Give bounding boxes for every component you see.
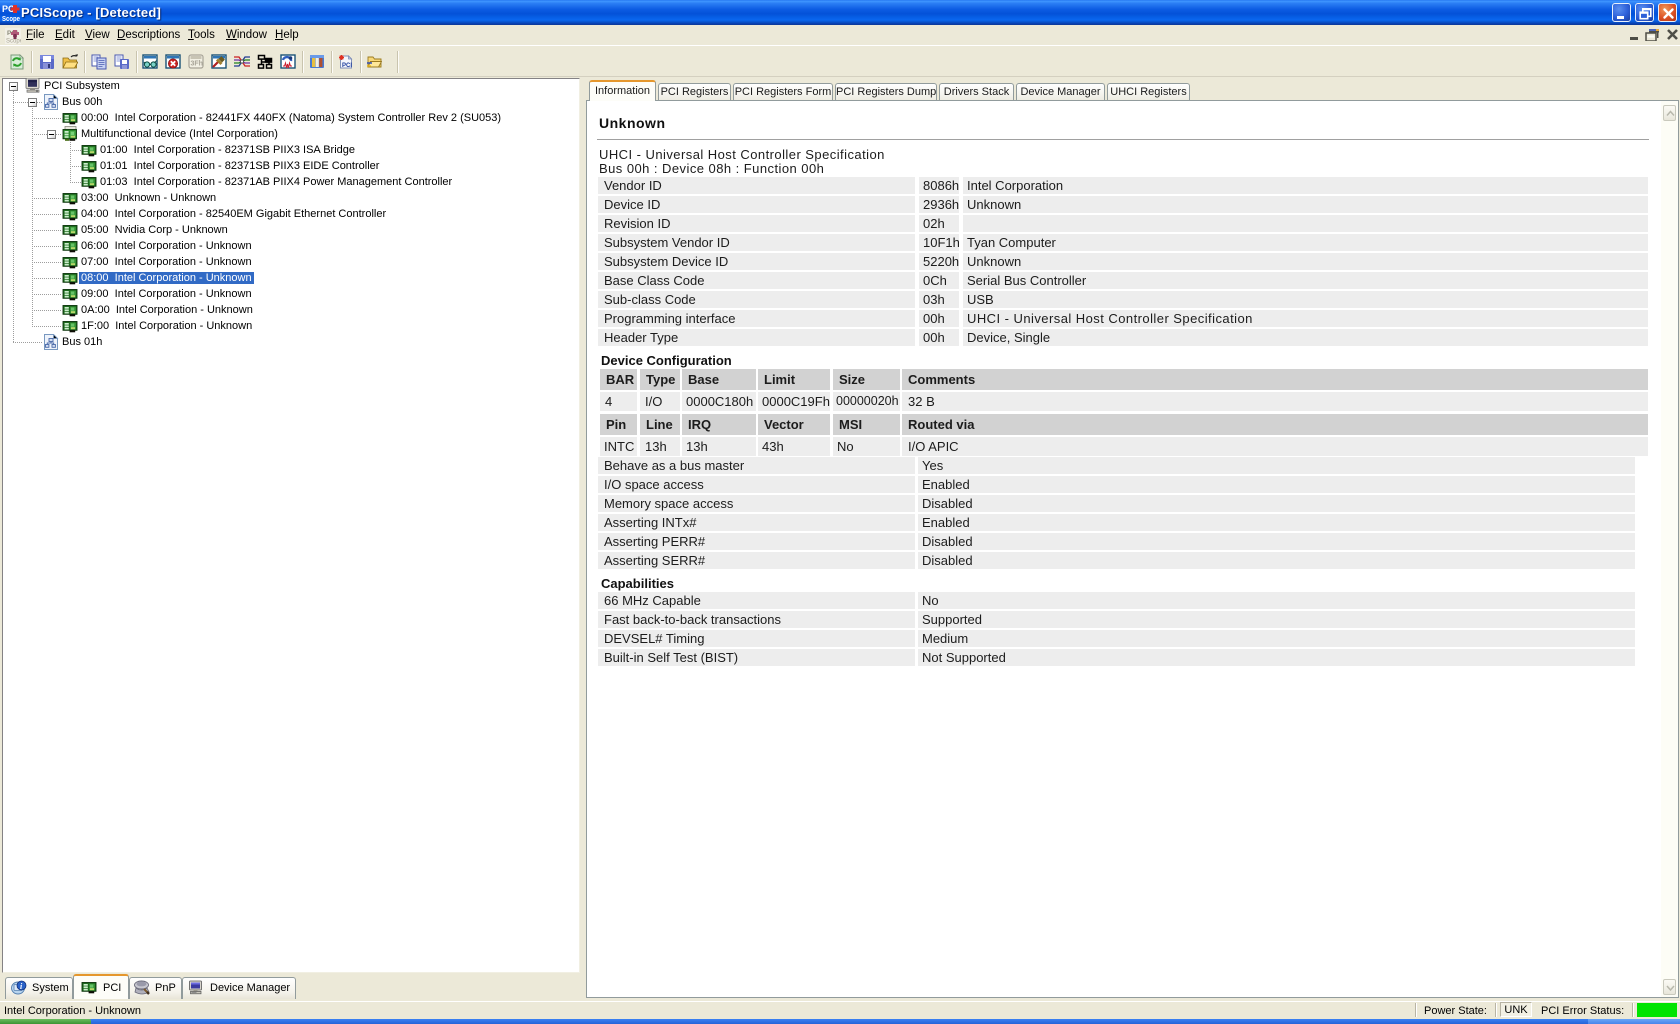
svg-text:Scope: Scope: [6, 39, 21, 45]
svg-text:PCI: PCI: [342, 63, 352, 69]
svg-text:3Fh: 3Fh: [191, 61, 203, 68]
svg-text:Scope: Scope: [2, 14, 20, 23]
